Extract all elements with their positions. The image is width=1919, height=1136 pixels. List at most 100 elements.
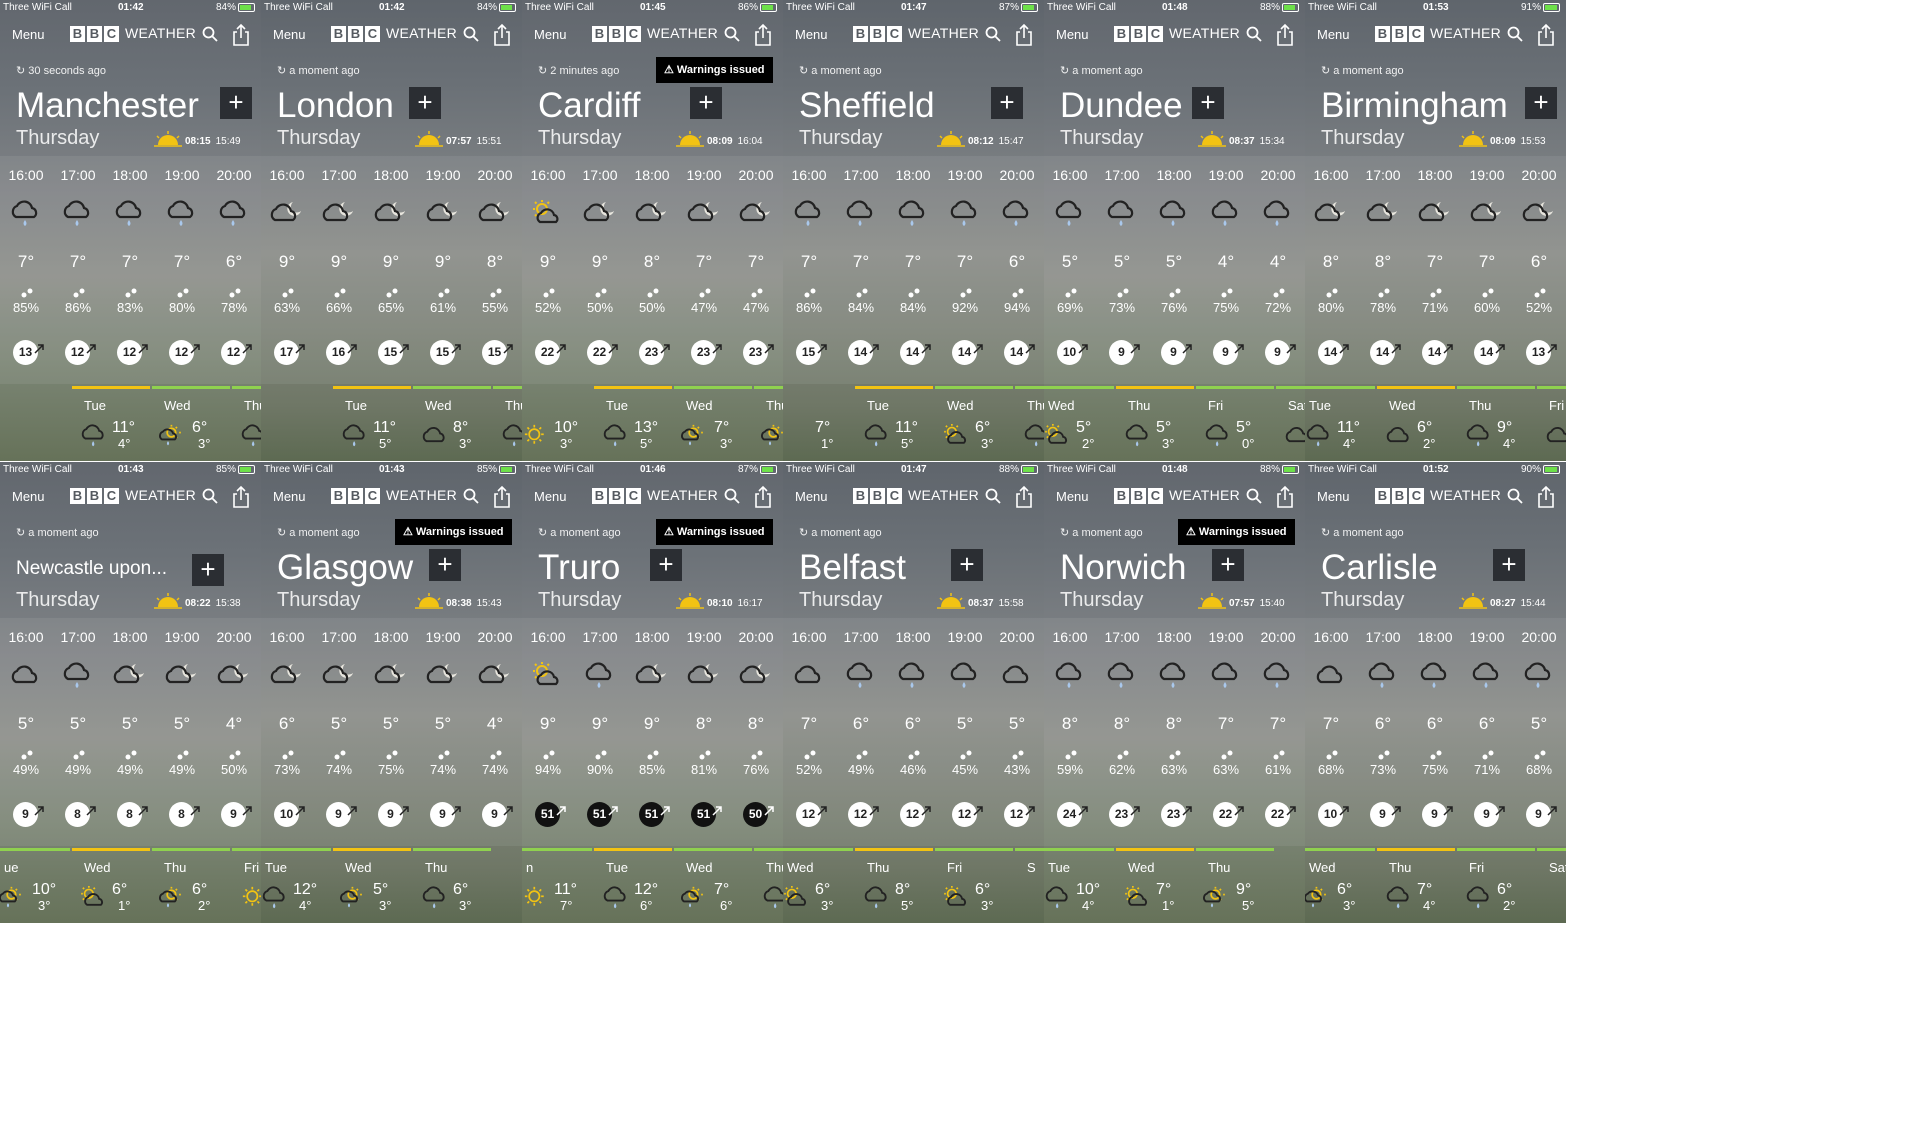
- add-location-button[interactable]: +: [1212, 549, 1244, 581]
- day-card[interactable]: Thu 9° 5°: [1196, 848, 1274, 923]
- day-card[interactable]: Fri: [232, 848, 261, 923]
- day-card[interactable]: S: [1015, 848, 1044, 923]
- daily-forecast-strip[interactable]: Tue11°5°Wed8°3°Thu10°6°F: [261, 386, 522, 461]
- hourly-forecast[interactable]: 16:00 9° 63% 17 17:00 9° 66% 16 18:00 9° 65% 15 19:0…: [261, 156, 522, 384]
- bbc-weather-logo[interactable]: B B C WEATHER: [331, 487, 457, 505]
- day-card[interactable]: Tue 12° 6°: [594, 848, 672, 923]
- day-card[interactable]: Fri 6° 2°: [1457, 848, 1535, 923]
- add-location-button[interactable]: +: [991, 87, 1023, 119]
- share-icon[interactable]: [231, 23, 251, 46]
- hourly-forecast[interactable]: 16:00 7° 86% 15 17:00 7° 84% 14 18:00 7° 84% 14 19:0…: [783, 156, 1044, 384]
- search-icon[interactable]: [202, 488, 218, 504]
- day-card[interactable]: Wed 7° 3°: [674, 386, 752, 461]
- day-card[interactable]: [0, 386, 70, 461]
- refresh-icon[interactable]: ↻: [538, 65, 550, 77]
- day-card[interactable]: Thu 6° 2°: [152, 848, 230, 923]
- day-card[interactable]: Wed 6° 3°: [935, 386, 1013, 461]
- daily-forecast-strip[interactable]: Wed6°3°Thu7°4°Fri6°2°Sat: [1305, 848, 1566, 923]
- refresh-icon[interactable]: ↻: [538, 527, 550, 539]
- daily-forecast-strip[interactable]: 10°3°Tue13°5°Wed7°3°Thu11: [522, 386, 783, 461]
- daily-forecast-strip[interactable]: Tue 12° 4° Wed 5° 3° Thu 6° 3°: [261, 848, 522, 923]
- add-location-button[interactable]: +: [1192, 87, 1224, 119]
- search-icon[interactable]: [202, 26, 218, 42]
- search-icon[interactable]: [1507, 26, 1523, 42]
- day-card[interactable]: Tue 11° 5°: [333, 386, 411, 461]
- menu-button[interactable]: Menu: [1317, 489, 1350, 504]
- bbc-weather-logo[interactable]: B B C WEATHER: [1114, 25, 1240, 43]
- day-card[interactable]: n 11° 7°: [522, 848, 592, 923]
- day-card[interactable]: Sat: [1537, 848, 1566, 923]
- hourly-forecast[interactable]: 16:00 5° 69% 10 17:00 5° 73% 9 18:00 5° 76% 9 19:00 4…: [1044, 156, 1305, 384]
- day-card[interactable]: Thu1: [754, 848, 783, 923]
- add-location-button[interactable]: +: [192, 554, 224, 586]
- daily-forecast-strip[interactable]: Tue11°4°Wed6°3°Thu8°5°Fri: [0, 386, 261, 461]
- hourly-forecast[interactable]: 16:00 6° 73% 10 17:00 5° 74% 9 18:00 5° 75% 9 19:00 5…: [261, 618, 522, 846]
- search-icon[interactable]: [1507, 488, 1523, 504]
- search-icon[interactable]: [463, 488, 479, 504]
- day-card[interactable]: Wed 7° 1°: [1116, 848, 1194, 923]
- share-icon[interactable]: [492, 485, 512, 508]
- bbc-weather-logo[interactable]: B B C WEATHER: [331, 25, 457, 43]
- share-icon[interactable]: [1014, 485, 1034, 508]
- warnings-issued-button[interactable]: ⚠ Warnings issued: [656, 57, 773, 83]
- refresh-icon[interactable]: ↻: [1060, 527, 1072, 539]
- warnings-issued-button[interactable]: ⚠ Warnings issued: [656, 519, 773, 545]
- search-icon[interactable]: [985, 26, 1001, 42]
- hourly-forecast[interactable]: 16:00 9° 52% 22 17:00 9° 50% 22 18:00 8° 50% 23 19:0…: [522, 156, 783, 384]
- day-card[interactable]: Tue 11° 4°: [72, 386, 150, 461]
- menu-button[interactable]: Menu: [795, 27, 828, 42]
- day-card[interactable]: Sat: [1276, 386, 1305, 461]
- day-card[interactable]: Tue 10° 4°: [1044, 848, 1114, 923]
- search-icon[interactable]: [724, 488, 740, 504]
- share-icon[interactable]: [753, 23, 773, 46]
- bbc-weather-logo[interactable]: B B C WEATHER: [70, 487, 196, 505]
- share-icon[interactable]: [1275, 485, 1295, 508]
- day-card[interactable]: Wed 7° 6°: [674, 848, 752, 923]
- day-card[interactable]: Wed 8° 3°: [413, 386, 491, 461]
- bbc-weather-logo[interactable]: B B C WEATHER: [1375, 487, 1501, 505]
- search-icon[interactable]: [463, 26, 479, 42]
- hourly-forecast[interactable]: 16:00 8° 59% 24 17:00 8° 62% 23 18:00 8° 63% 23 19:0…: [1044, 618, 1305, 846]
- menu-button[interactable]: Menu: [273, 489, 306, 504]
- menu-button[interactable]: Menu: [795, 489, 828, 504]
- share-icon[interactable]: [492, 23, 512, 46]
- daily-forecast-strip[interactable]: Wed5°2°Thu5°3°Fri5°0°Sat: [1044, 386, 1305, 461]
- menu-button[interactable]: Menu: [12, 27, 45, 42]
- day-card[interactable]: Wed 6° 2°: [1377, 386, 1455, 461]
- bbc-weather-logo[interactable]: B B C WEATHER: [592, 25, 718, 43]
- menu-button[interactable]: Menu: [273, 27, 306, 42]
- hourly-forecast[interactable]: 16:00 5° 49% 9 17:00 5° 49% 8 18:00 5° 49% 8 19:00 5°…: [0, 618, 261, 846]
- add-location-button[interactable]: +: [220, 87, 252, 119]
- day-card[interactable]: Fri: [1537, 386, 1566, 461]
- refresh-icon[interactable]: ↻: [277, 65, 289, 77]
- day-card[interactable]: [261, 386, 331, 461]
- menu-button[interactable]: Menu: [534, 489, 567, 504]
- day-card[interactable]: Thu 8°5°: [855, 848, 933, 923]
- menu-button[interactable]: Menu: [534, 27, 567, 42]
- share-icon[interactable]: [1275, 23, 1295, 46]
- day-card[interactable]: [493, 848, 522, 923]
- day-card[interactable]: Thu10°6°: [493, 386, 522, 461]
- day-card[interactable]: Thu 6° 3°: [413, 848, 491, 923]
- day-card[interactable]: Wed 6° 3°: [1305, 848, 1375, 923]
- day-card[interactable]: Wed 6° 1°: [72, 848, 150, 923]
- add-location-button[interactable]: +: [951, 549, 983, 581]
- add-location-button[interactable]: +: [429, 549, 461, 581]
- bbc-weather-logo[interactable]: B B C WEATHER: [1114, 487, 1240, 505]
- day-card[interactable]: Thu 5° 3°: [1116, 386, 1194, 461]
- warnings-issued-button[interactable]: ⚠ Warnings issued: [395, 519, 512, 545]
- hourly-forecast[interactable]: 16:00 9° 94% 51 17:00 9° 90% 51 18:00 9° 85% 51 19:0…: [522, 618, 783, 846]
- bbc-weather-logo[interactable]: B B C WEATHER: [70, 25, 196, 43]
- add-location-button[interactable]: +: [1525, 87, 1557, 119]
- day-card[interactable]: Thu: [1015, 386, 1044, 461]
- day-card[interactable]: ue 10° 3°: [0, 848, 70, 923]
- hourly-forecast[interactable]: 16:00 7° 52% 12 17:00 6° 49% 12 18:00 6° 46% 12 19:0…: [783, 618, 1044, 846]
- day-card[interactable]: Tue 12° 4°: [261, 848, 331, 923]
- hourly-forecast[interactable]: 16:00 7° 85% 13 17:00 7° 86% 12 18:00 7° 83% 12 19:0…: [0, 156, 261, 384]
- search-icon[interactable]: [1246, 26, 1262, 42]
- bbc-weather-logo[interactable]: B B C WEATHER: [1375, 25, 1501, 43]
- refresh-icon[interactable]: ↻: [1321, 527, 1333, 539]
- add-location-button[interactable]: +: [409, 87, 441, 119]
- share-icon[interactable]: [753, 485, 773, 508]
- day-card[interactable]: [1276, 848, 1305, 923]
